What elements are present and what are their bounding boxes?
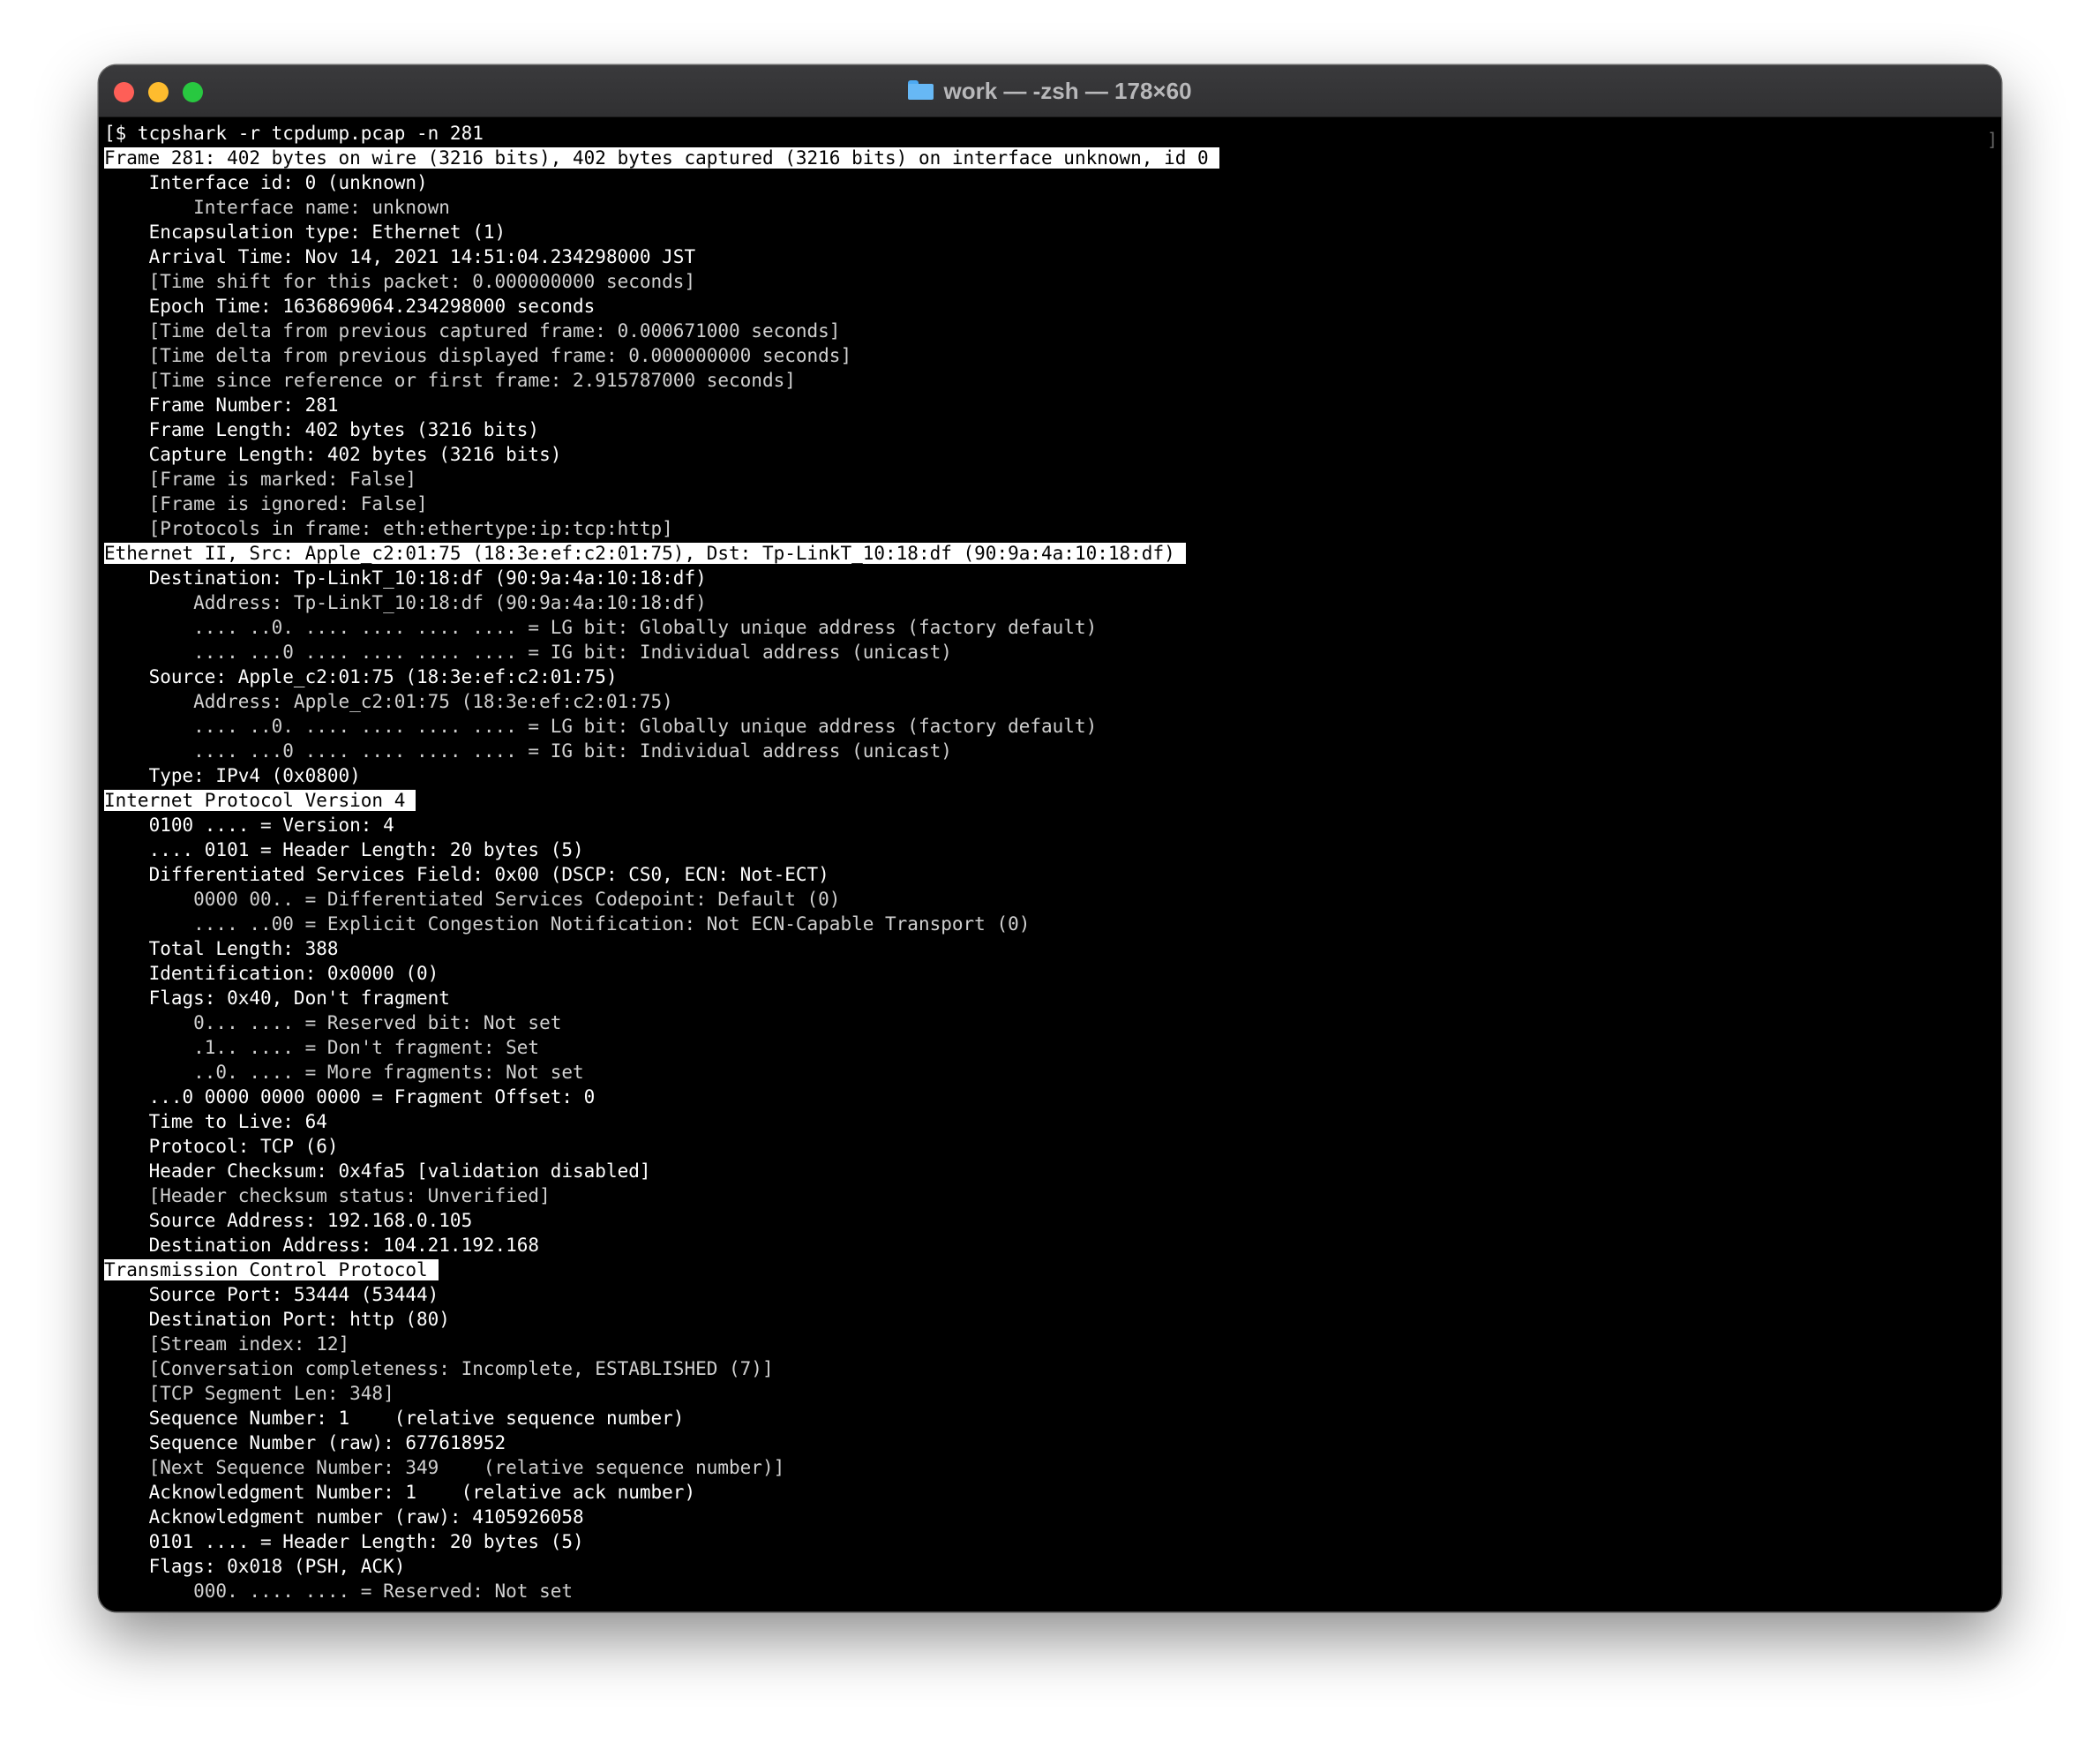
terminal-line: [Frame is ignored: False] [104, 493, 428, 514]
terminal-line: Encapsulation type: Ethernet (1) [104, 222, 506, 243]
terminal-line: 0... .... = Reserved bit: Not set [104, 1012, 562, 1033]
terminal-line: Capture Length: 402 bytes (3216 bits) [104, 444, 562, 465]
terminal-line: Source Port: 53444 (53444) [104, 1284, 439, 1305]
terminal-line: Acknowledgment number (raw): 4105926058 [104, 1506, 584, 1528]
terminal-line: Sequence Number (raw): 677618952 [104, 1432, 506, 1453]
terminal-line: [Time shift for this packet: 0.000000000… [104, 271, 696, 292]
terminal-line: Frame Number: 281 [104, 394, 339, 416]
terminal-line: [Frame is marked: False] [104, 469, 417, 490]
terminal-line: ..0. .... = More fragments: Not set [104, 1062, 584, 1083]
terminal-line: ...0 0000 0000 0000 = Fragment Offset: 0 [104, 1086, 596, 1108]
terminal-line: Flags: 0x40, Don't fragment [104, 987, 450, 1009]
terminal-line: Flags: 0x018 (PSH, ACK) [104, 1556, 406, 1577]
terminal-line: .... ..0. .... .... .... .... = LG bit: … [104, 617, 1098, 638]
title-bar[interactable]: work — -zsh — 178×60 [99, 65, 2001, 117]
folder-icon [908, 80, 934, 100]
terminal-line: 0101 .... = Header Length: 20 bytes (5) [104, 1531, 584, 1552]
command-line: [$ tcpshark -r tcpdump.pcap -n 281 [104, 123, 484, 144]
terminal-line: Sequence Number: 1 (relative sequence nu… [104, 1408, 685, 1429]
terminal-line: Type: IPv4 (0x0800) [104, 765, 361, 786]
terminal-window[interactable]: work — -zsh — 178×60 [$ tcpshark -r tcpd… [99, 65, 2001, 1611]
terminal-line: Epoch Time: 1636869064.234298000 seconds [104, 296, 596, 317]
terminal-line: [Header checksum status: Unverified] [104, 1185, 551, 1206]
terminal-line: Header Checksum: 0x4fa5 [validation disa… [104, 1160, 651, 1182]
terminal-line: Frame Length: 402 bytes (3216 bits) [104, 419, 540, 440]
terminal-line: [Protocols in frame: eth:ethertype:ip:tc… [104, 518, 673, 539]
terminal-line: [Stream index: 12] [104, 1333, 350, 1355]
terminal-line: 0100 .... = Version: 4 [104, 815, 394, 836]
terminal-line: .... ...0 .... .... .... .... = IG bit: … [104, 740, 952, 762]
terminal-line: Interface name: unknown [104, 197, 450, 218]
terminal-line: Address: Tp-LinkT_10:18:df (90:9a:4a:10:… [104, 592, 707, 613]
terminal-line: Total Length: 388 [104, 938, 339, 959]
terminal-line: Source: Apple_c2:01:75 (18:3e:ef:c2:01:7… [104, 666, 618, 687]
terminal-line: Destination Address: 104.21.192.168 [104, 1235, 540, 1256]
section-header-line: Transmission Control Protocol [104, 1258, 1984, 1282]
terminal-line: .1.. .... = Don't fragment: Set [104, 1037, 540, 1058]
scroll-marker: ] [1986, 129, 1998, 150]
terminal-line: Protocol: TCP (6) [104, 1136, 339, 1157]
terminal-line: Identification: 0x0000 (0) [104, 963, 439, 984]
terminal-line: [Time delta from previous captured frame… [104, 320, 841, 342]
section-header-line: Internet Protocol Version 4 [104, 788, 1984, 813]
terminal-line: 0000 00.. = Differentiated Services Code… [104, 889, 841, 910]
terminal-output[interactable]: [$ tcpshark -r tcpdump.pcap -n 281 Frame … [104, 121, 1984, 1603]
terminal-line: [TCP Segment Len: 348] [104, 1383, 394, 1404]
terminal-line: Interface id: 0 (unknown) [104, 172, 428, 193]
terminal-line: Arrival Time: Nov 14, 2021 14:51:04.2342… [104, 246, 696, 267]
terminal-line: Destination: Tp-LinkT_10:18:df (90:9a:4a… [104, 567, 707, 589]
terminal-line: Time to Live: 64 [104, 1111, 327, 1132]
terminal-line: .... ...0 .... .... .... .... = IG bit: … [104, 642, 952, 663]
terminal-line: [Time delta from previous displayed fram… [104, 345, 852, 366]
window-title: work — -zsh — 178×60 [943, 77, 1192, 104]
terminal-line: Source Address: 192.168.0.105 [104, 1210, 473, 1231]
section-header-line: Ethernet II, Src: Apple_c2:01:75 (18:3e:… [104, 541, 1984, 566]
terminal-line: .... 0101 = Header Length: 20 bytes (5) [104, 839, 584, 860]
window-title-area: work — -zsh — 178×60 [99, 65, 2001, 116]
section-header-line: Frame 281: 402 bytes on wire (3216 bits)… [104, 146, 1984, 170]
terminal-line: .... ..0. .... .... .... .... = LG bit: … [104, 716, 1098, 737]
terminal-line: .... ..00 = Explicit Congestion Notifica… [104, 913, 1031, 935]
terminal-line: [Next Sequence Number: 349 (relative seq… [104, 1457, 785, 1478]
terminal-line: Differentiated Services Field: 0x00 (DSC… [104, 864, 829, 885]
terminal-line: Acknowledgment Number: 1 (relative ack n… [104, 1482, 696, 1503]
terminal-line: Destination Port: http (80) [104, 1309, 450, 1330]
terminal-line: [Conversation completeness: Incomplete, … [104, 1358, 774, 1379]
terminal-line: [Time since reference or first frame: 2.… [104, 370, 796, 391]
terminal-line: Address: Apple_c2:01:75 (18:3e:ef:c2:01:… [104, 691, 673, 712]
terminal-line: 000. .... .... = Reserved: Not set [104, 1581, 574, 1602]
